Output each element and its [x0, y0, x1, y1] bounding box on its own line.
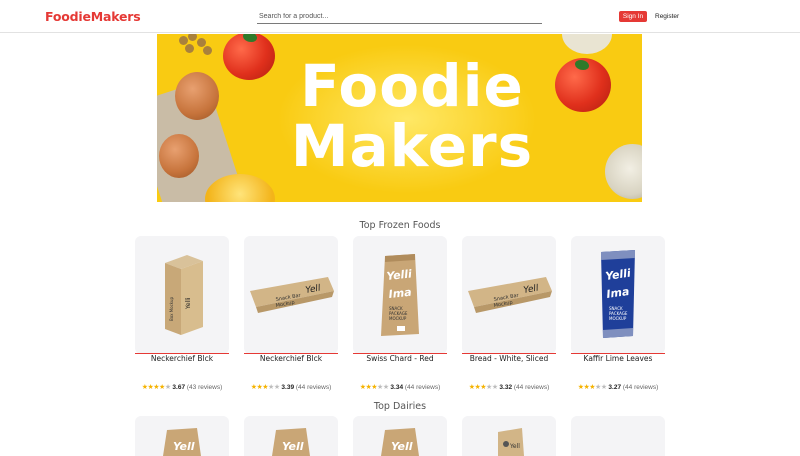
product-image[interactable]: Yelli Ima SNACK PACKAGE MOCKUP: [353, 240, 447, 348]
svg-text:Yell: Yell: [173, 440, 195, 453]
brand-logo[interactable]: FoodieMakers: [45, 9, 141, 24]
product-rating: ★★★★★ 3.67 (43 reviews): [127, 383, 237, 391]
tin-can-image: [605, 144, 642, 199]
star-rating-icon: ★★★★★: [359, 384, 389, 391]
star-rating-icon: ★★★★★: [577, 384, 607, 391]
review-count: (43 reviews): [186, 384, 223, 391]
product-image[interactable]: Snack Bar Mockup Yell: [462, 240, 556, 348]
section-title-dairies: Top Dairies: [373, 401, 427, 412]
rating-value: 3.34: [390, 384, 404, 391]
product-image[interactable]: Yell: [266, 416, 316, 456]
product-card[interactable]: Yelli Ima SNACK PACKAGE MOCKUP: [353, 236, 447, 354]
product-image[interactable]: Yell: [375, 416, 425, 456]
product-image[interactable]: Snack Bar Mockup Yell: [244, 240, 338, 348]
product-image[interactable]: Yell: [157, 416, 207, 456]
star-rating-icon: ★★★★★: [141, 384, 171, 391]
bowl-image: [562, 34, 612, 54]
star-rating-icon: ★★★★★: [468, 384, 498, 391]
review-count: (44 reviews): [622, 384, 659, 391]
product-card[interactable]: Snack Bar Mockup Yell: [462, 236, 556, 354]
egg-image: [159, 134, 199, 178]
top-navbar: FoodieMakers Sign In Register: [0, 0, 800, 33]
svg-text:Ima: Ima: [388, 286, 412, 301]
product-name[interactable]: Kaffir Lime Leaves: [571, 354, 665, 363]
product-card[interactable]: Yelli Box Mockup: [135, 236, 229, 354]
rating-value: 3.39: [281, 384, 295, 391]
hero-title-line2: Makers: [290, 112, 534, 180]
product-card[interactable]: Yell: [462, 416, 556, 456]
review-count: (44 reviews): [295, 384, 332, 391]
section-title-frozen-foods: Top Frozen Foods: [359, 220, 441, 231]
product-card[interactable]: Yell: [353, 416, 447, 456]
hero-title: Foodie Makers: [262, 56, 562, 176]
product-rating: ★★★★★ 3.32 (44 reviews): [454, 383, 564, 391]
search-input[interactable]: [257, 9, 542, 24]
register-link[interactable]: Register: [655, 11, 679, 22]
svg-text:MOCKUP: MOCKUP: [389, 316, 407, 321]
rating-value: 3.32: [499, 384, 513, 391]
product-name[interactable]: Bread - White, Sliced: [462, 354, 556, 363]
svg-text:Yelli: Yelli: [386, 267, 413, 283]
svg-text:MOCKUP: MOCKUP: [609, 316, 627, 321]
product-name[interactable]: Neckerchief Blck: [135, 354, 229, 363]
product-rating: ★★★★★ 3.34 (44 reviews): [345, 383, 455, 391]
sign-in-button[interactable]: Sign In: [619, 11, 647, 22]
product-rating: ★★★★★ 3.27 (44 reviews): [563, 383, 673, 391]
product-card[interactable]: Yell: [135, 416, 229, 456]
svg-text:Yell: Yell: [391, 440, 413, 453]
product-rating: ★★★★★ 3.39 (44 reviews): [236, 383, 346, 391]
product-image[interactable]: Yell: [484, 416, 534, 456]
product-image[interactable]: Yelli Ima SNACK PACKAGE MOCKUP: [571, 240, 665, 348]
svg-text:Yelli: Yelli: [185, 297, 192, 310]
hazelnuts-image: [179, 34, 215, 62]
svg-text:Yell: Yell: [509, 443, 520, 450]
product-card[interactable]: Yell: [244, 416, 338, 456]
product-card[interactable]: [571, 416, 665, 456]
review-count: (44 reviews): [513, 384, 550, 391]
hero-title-line1: Foodie: [300, 52, 524, 120]
product-card[interactable]: Snack Bar Mockup Yell: [244, 236, 338, 354]
svg-text:Box Mockup: Box Mockup: [169, 296, 174, 321]
product-name[interactable]: Swiss Chard - Red: [353, 354, 447, 363]
rating-value: 3.27: [608, 384, 622, 391]
review-count: (44 reviews): [404, 384, 441, 391]
egg-image: [175, 72, 219, 120]
product-card[interactable]: Yelli Ima SNACK PACKAGE MOCKUP: [571, 236, 665, 354]
star-rating-icon: ★★★★★: [250, 384, 280, 391]
svg-text:Yell: Yell: [282, 440, 304, 453]
product-name[interactable]: Neckerchief Blck: [244, 354, 338, 363]
product-image[interactable]: Yelli Box Mockup: [135, 240, 229, 348]
hero-banner: Foodie Makers: [157, 34, 642, 202]
rating-value: 3.67: [172, 384, 186, 391]
